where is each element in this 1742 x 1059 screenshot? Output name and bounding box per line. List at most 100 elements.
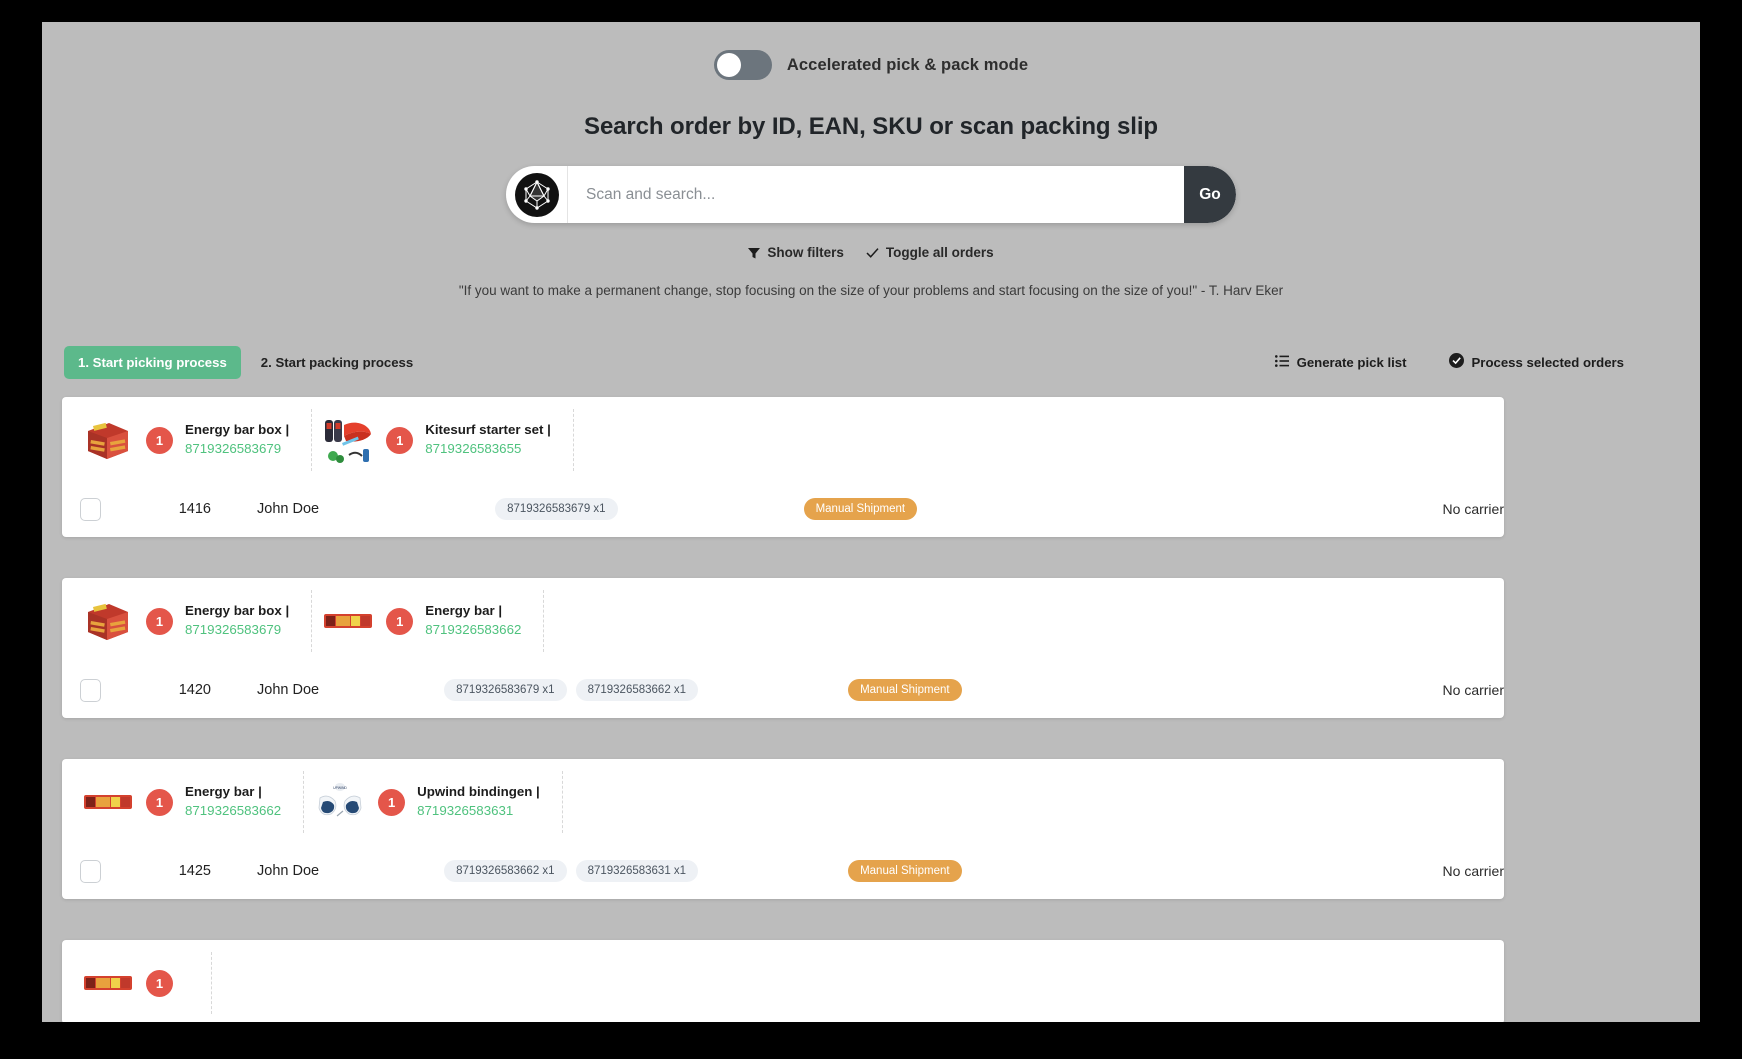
check-circle-icon (1448, 353, 1464, 371)
process-selected-orders-label: Process selected orders (1471, 354, 1624, 370)
svg-text:UPWIND: UPWIND (333, 786, 347, 790)
list-icon (1274, 354, 1289, 370)
order-products-strip: 1 Energy bar | 8719326583662 UPWIND 1 Up… (62, 759, 1504, 843)
toggle-knob (716, 53, 741, 77)
product-name: Kitesurf starter set | (425, 422, 551, 438)
ean-chip: 8719326583662 x1 (575, 679, 699, 701)
product-ean: 8719326583631 (417, 803, 514, 818)
order-customer: John Doe (257, 682, 320, 698)
start-packing-process-button[interactable]: 2. Start packing process (247, 346, 427, 379)
order-product: 1 Kitesurf starter set | 8719326583655 (312, 409, 574, 471)
accelerated-mode-label: Accelerated pick & pack mode (786, 55, 1029, 74)
product-text: Energy bar box | 8719326583679 (185, 602, 289, 640)
orders-list: 1 Energy bar box | 8719326583679 1 Kites… (62, 397, 1504, 1022)
order-id: 1425 (178, 863, 211, 879)
page-title: Search order by ID, EAN, SKU or scan pac… (584, 113, 1158, 140)
ean-chip: 8719326583631 x1 (575, 860, 699, 882)
show-filters-button[interactable]: Show filters (748, 245, 844, 260)
order-product: 1 Energy bar box | 8719326583679 (72, 590, 313, 652)
energy-bar-image (82, 957, 134, 1009)
product-name: Energy bar box | (185, 603, 290, 619)
product-qty-badge: 1 (386, 607, 414, 635)
accelerated-mode-row: Accelerated pick & pack mode (42, 22, 1700, 80)
product-text: Upwind bindingen | 8719326583631 (417, 783, 540, 821)
ean-chip: 8719326583662 x1 (444, 860, 567, 882)
generate-pick-list-label: Generate pick list (1296, 354, 1407, 370)
product-ean: 8719326583662 (185, 803, 282, 818)
product-qty-badge: 1 (146, 788, 173, 816)
accelerated-mode-toggle[interactable] (713, 50, 772, 80)
product-qty-badge: 1 (378, 788, 406, 816)
order-id: 1420 (178, 682, 211, 698)
order-products-strip: 1 Energy bar box | 8719326583679 (62, 578, 1504, 662)
ean-chip: 8719326583679 x1 (444, 679, 567, 701)
order-product: 1 Energy bar | 8719326583662 (72, 771, 305, 833)
product-text: Kitesurf starter set | 8719326583655 (425, 421, 551, 459)
app-viewport: Accelerated pick & pack mode Search orde… (42, 22, 1700, 1022)
order-ean-chips: 8719326583679 x1 (495, 498, 618, 520)
order-customer: John Doe (257, 501, 320, 517)
order-select-checkbox[interactable] (80, 859, 101, 883)
filter-links-row: Show filters Toggle all orders (42, 245, 1700, 260)
toggle-all-orders-label: Toggle all orders (885, 245, 994, 260)
energy-bar-image (322, 595, 374, 647)
product-qty-badge: 1 (146, 426, 173, 454)
order-card-partial[interactable]: 1 (62, 940, 1504, 1022)
bulk-action-buttons: Generate pick list Process selected orde… (1261, 344, 1638, 380)
actions-row: 1. Start picking process 2. Start packin… (62, 344, 1640, 380)
order-card[interactable]: 1 Energy bar | 8719326583662 UPWIND 1 Up… (62, 759, 1504, 899)
product-ean: 8719326583679 (185, 622, 282, 637)
energy-bar-box-image (82, 414, 134, 466)
order-customer: John Doe (257, 863, 320, 879)
energy-bar-image (82, 776, 134, 828)
order-ean-chips: 8719326583679 x1 8719326583662 x1 (444, 679, 699, 701)
ean-chip: 8719326583679 x1 (495, 498, 618, 520)
order-carrier: No carrier (1442, 501, 1504, 517)
product-text (185, 964, 189, 1002)
process-selected-orders-button[interactable]: Process selected orders (1435, 344, 1638, 380)
order-product: 1 (72, 952, 212, 1014)
octahedron-logo-icon (514, 172, 559, 217)
generate-pick-list-button[interactable]: Generate pick list (1261, 344, 1421, 380)
order-select-checkbox[interactable] (80, 678, 101, 702)
toggle-all-orders-button[interactable]: Toggle all orders (866, 245, 994, 260)
product-qty-badge: 1 (146, 969, 173, 997)
motivational-quote: "If you want to make a permanent change,… (458, 283, 1284, 298)
product-name: Energy bar | (425, 603, 503, 619)
product-qty-badge: 1 (146, 607, 173, 635)
order-card[interactable]: 1 Energy bar box | 8719326583679 (62, 578, 1504, 718)
check-icon (866, 247, 879, 259)
order-products-strip: 1 (62, 940, 1504, 1022)
order-card[interactable]: 1 Energy bar box | 8719326583679 (62, 397, 1504, 537)
product-text: Energy bar | 8719326583662 (185, 783, 281, 821)
product-text: Energy bar box | 8719326583679 (185, 421, 289, 459)
order-carrier: No carrier (1442, 682, 1504, 698)
upwind-bindings-image: UPWIND (314, 776, 366, 828)
shipment-status-badge: Manual Shipment (803, 498, 918, 520)
product-qty-badge: 1 (386, 426, 414, 454)
shipment-status-badge: Manual Shipment (848, 679, 962, 701)
order-carrier: No carrier (1442, 863, 1504, 879)
shipment-status-badge: Manual Shipment (848, 860, 962, 882)
order-summary-row: 1416 John Doe 8719326583679 x1 Manual Sh… (62, 481, 1504, 537)
order-ean-chips: 8719326583662 x1 8719326583631 x1 (444, 860, 699, 882)
product-name (185, 964, 189, 983)
product-ean: 8719326583679 (185, 441, 282, 456)
search-input[interactable] (568, 166, 1184, 223)
product-ean: 8719326583662 (425, 622, 522, 637)
product-name: Energy bar box | (185, 422, 290, 438)
order-products-strip: 1 Energy bar box | 8719326583679 (62, 397, 1504, 481)
product-text: Energy bar | 8719326583662 (425, 602, 521, 640)
order-select-checkbox[interactable] (80, 497, 101, 521)
search-bar: Go (506, 166, 1236, 223)
product-name: Upwind bindingen | (417, 784, 540, 800)
start-picking-process-button[interactable]: 1. Start picking process (64, 345, 241, 379)
funnel-icon (748, 247, 761, 259)
order-product: 1 Energy bar box | 8719326583679 (72, 409, 313, 471)
search-go-button[interactable]: Go (1184, 166, 1236, 223)
order-product: UPWIND 1 Upwind bindingen | 871932658363… (304, 771, 563, 833)
search-section: Go (42, 166, 1700, 223)
order-summary-row: 1425 John Doe 8719326583662 x1 871932658… (62, 843, 1504, 899)
product-ean: 8719326583655 (425, 441, 522, 456)
process-step-buttons: 1. Start picking process 2. Start packin… (64, 345, 427, 379)
